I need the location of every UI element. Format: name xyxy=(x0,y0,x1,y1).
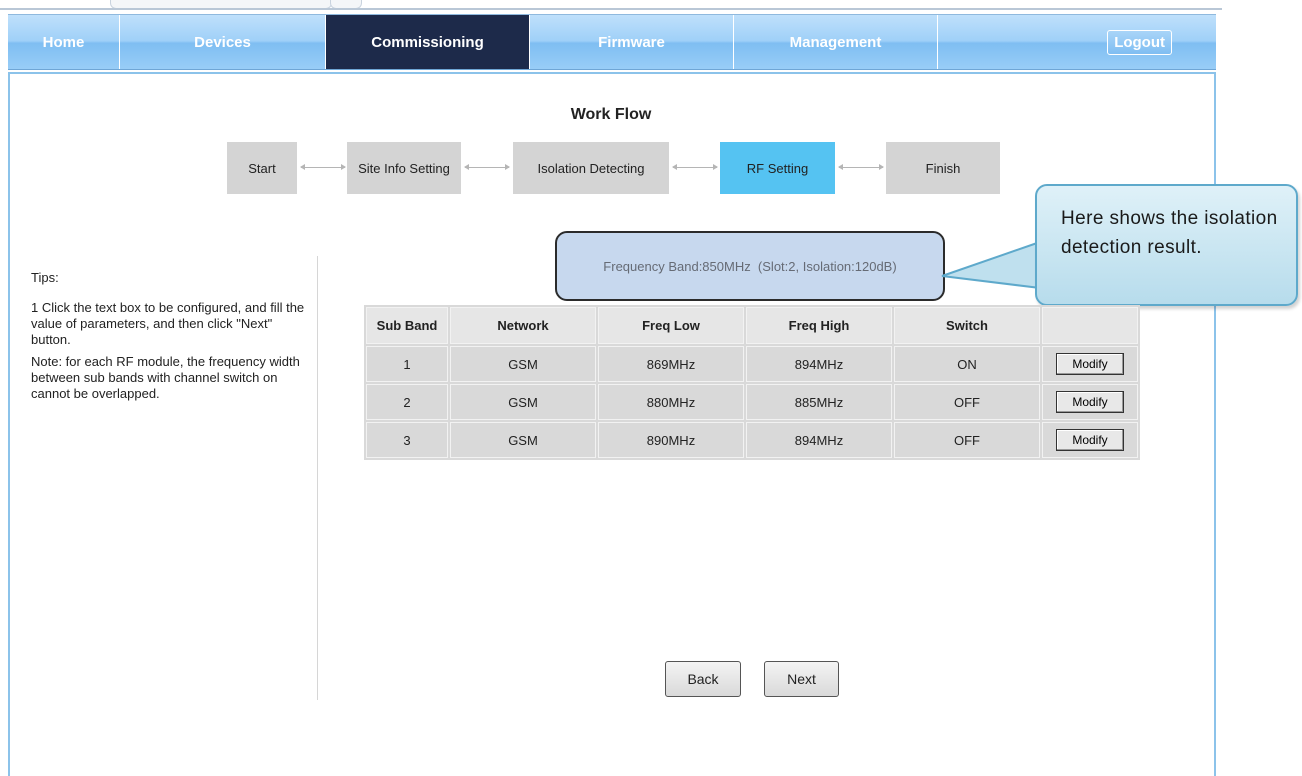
cell-action: Modify xyxy=(1042,346,1138,382)
tips-line-1: 1 Click the text box to be configured, a… xyxy=(31,300,305,347)
workflow-arrow xyxy=(672,164,718,170)
frequency-band-text: Frequency Band:850MHz (Slot:2, Isolation… xyxy=(603,258,897,274)
nav-item-home[interactable]: Home xyxy=(8,15,120,69)
nav-logout-area: Logout xyxy=(938,15,1216,69)
workflow-step-start: Start xyxy=(227,142,297,194)
cell-freq-high: 894MHz xyxy=(746,422,892,458)
workflow-step-finish: Finish xyxy=(886,142,1000,194)
cell-network: GSM xyxy=(450,422,596,458)
tips-note: Note: for each RF module, the frequency … xyxy=(31,354,300,401)
cell-action: Modify xyxy=(1042,384,1138,420)
workflow-title: Work Flow xyxy=(570,106,652,123)
table-header-row: Sub Band Network Freq Low Freq High Swit… xyxy=(366,307,1138,344)
frequency-band-info: Frequency Band:850MHz (Slot:2, Isolation… xyxy=(555,231,945,301)
next-button[interactable]: Next xyxy=(764,661,839,697)
main-nav: Home Devices Commissioning Firmware Mana… xyxy=(8,14,1216,70)
workflow-arrow xyxy=(838,164,884,170)
cell-switch: OFF xyxy=(894,384,1040,420)
column-header-network: Network xyxy=(450,307,596,344)
column-header-freq-high: Freq High xyxy=(746,307,892,344)
nav-item-devices[interactable]: Devices xyxy=(120,15,326,69)
cell-freq-high: 894MHz xyxy=(746,346,892,382)
column-header-sub-band: Sub Band xyxy=(366,307,448,344)
nav-item-management[interactable]: Management xyxy=(734,15,938,69)
rf-subband-table: Sub Band Network Freq Low Freq High Swit… xyxy=(364,305,1140,460)
modify-button[interactable]: Modify xyxy=(1056,391,1124,413)
vertical-divider xyxy=(317,256,318,700)
callout-text: Here shows the isolation detection resul… xyxy=(1061,208,1278,258)
modify-button[interactable]: Modify xyxy=(1056,353,1124,375)
workflow-arrow xyxy=(300,164,346,170)
workflow-arrow xyxy=(464,164,510,170)
callout-pointer xyxy=(941,240,1041,290)
cell-freq-high: 885MHz xyxy=(746,384,892,420)
logout-button[interactable]: Logout xyxy=(1107,29,1172,55)
modify-button[interactable]: Modify xyxy=(1056,429,1124,451)
cell-sub-band: 2 xyxy=(366,384,448,420)
column-header-freq-low: Freq Low xyxy=(598,307,744,344)
cell-network: GSM xyxy=(450,384,596,420)
cell-network: GSM xyxy=(450,346,596,382)
back-button[interactable]: Back xyxy=(665,661,741,697)
cell-switch: OFF xyxy=(894,422,1040,458)
cell-freq-low: 880MHz xyxy=(598,384,744,420)
table-row: 3 GSM 890MHz 894MHz OFF Modify xyxy=(366,422,1138,458)
cell-action: Modify xyxy=(1042,422,1138,458)
cell-freq-low: 869MHz xyxy=(598,346,744,382)
column-header-action xyxy=(1042,307,1138,344)
workflow-step-site-info-setting: Site Info Setting xyxy=(347,142,461,194)
cell-sub-band: 1 xyxy=(366,346,448,382)
browser-tab-strip xyxy=(0,0,1222,12)
annotation-callout: Here shows the isolation detection resul… xyxy=(1035,184,1298,306)
tips-panel: Tips: 1 Click the text box to be configu… xyxy=(31,270,311,408)
column-header-switch: Switch xyxy=(894,307,1040,344)
table-row: 2 GSM 880MHz 885MHz OFF Modify xyxy=(366,384,1138,420)
cell-sub-band: 3 xyxy=(366,422,448,458)
cell-switch: ON xyxy=(894,346,1040,382)
workflow-step-isolation-detecting: Isolation Detecting xyxy=(513,142,669,194)
cell-freq-low: 890MHz xyxy=(598,422,744,458)
nav-item-commissioning[interactable]: Commissioning xyxy=(326,15,530,69)
nav-item-firmware[interactable]: Firmware xyxy=(530,15,734,69)
workflow-step-rf-setting: RF Setting xyxy=(720,142,835,194)
tips-title: Tips: xyxy=(31,270,59,285)
table-row: 1 GSM 869MHz 894MHz ON Modify xyxy=(366,346,1138,382)
